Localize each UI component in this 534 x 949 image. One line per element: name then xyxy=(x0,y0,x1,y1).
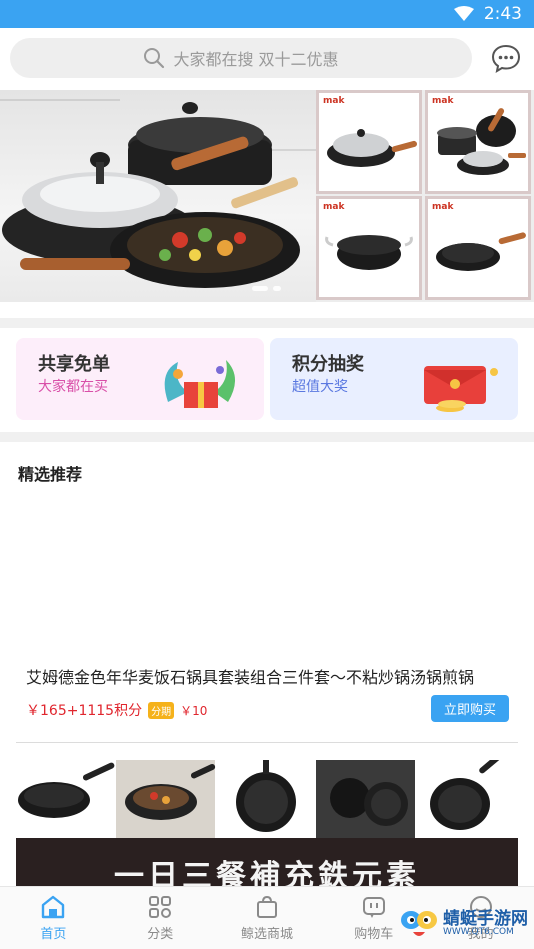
home-icon xyxy=(42,895,65,918)
product-title[interactable]: 艾姆德金色年华麦饭石锅具套装组合三件套～不粘炒锅汤锅煎锅 xyxy=(26,664,474,688)
watermark-url: WWW.QT6.COM xyxy=(443,927,514,938)
product-price: ￥165+1115积分 xyxy=(26,703,143,719)
status-time: 2:43 xyxy=(483,4,522,24)
promo-title: 共享免单 xyxy=(38,354,110,375)
carousel-indicator xyxy=(252,286,281,291)
watermark-name: 蜻蜓手游网 xyxy=(443,908,528,929)
tab-label: 鲸选商城 xyxy=(240,926,293,942)
dragonfly-logo-icon xyxy=(401,911,437,936)
wifi-icon xyxy=(453,6,474,21)
message-button[interactable] xyxy=(490,42,522,74)
product-thumb xyxy=(116,760,216,838)
banner-thumb-wok-lid: mak xyxy=(316,90,422,194)
section-divider xyxy=(0,318,534,328)
product-thumb xyxy=(316,760,416,838)
tab-label: 首页 xyxy=(40,926,67,942)
status-bar: 2:43 xyxy=(0,0,534,28)
section-title: 精选推荐 xyxy=(18,465,83,484)
tab-home[interactable]: 首页 xyxy=(0,887,107,949)
promo-card-free-order[interactable]: 共享免单 大家都在买 xyxy=(16,338,264,420)
header: 大家都在搜 双十二优惠 xyxy=(0,28,534,90)
search-bar[interactable]: 大家都在搜 双十二优惠 xyxy=(10,38,472,78)
installment-badge: 分期 xyxy=(148,701,175,719)
promo-subtitle: 大家都在买 xyxy=(38,379,108,395)
banner-thumb-set: mak xyxy=(425,90,531,194)
search-placeholder: 大家都在搜 双十二优惠 xyxy=(173,50,339,69)
tab-label: 分类 xyxy=(147,926,174,942)
banner-main-image xyxy=(0,90,316,302)
chat-bubble-icon xyxy=(491,44,521,74)
tab-label: 购物车 xyxy=(354,926,394,942)
product-thumb xyxy=(16,760,116,838)
watermark: 蜻蜓手游网 WWW.QT6.COM xyxy=(399,906,528,942)
promo-subtitle: 超值大奖 xyxy=(292,379,348,395)
promo-title: 积分抽奖 xyxy=(292,354,364,375)
buy-now-button[interactable]: 立即购买 xyxy=(431,695,509,722)
banner-carousel[interactable]: mak mak mak mak xyxy=(0,90,534,302)
price-row: ￥165+1115积分 分期 ￥10 xyxy=(26,700,207,720)
gift-illustration-icon xyxy=(164,360,236,408)
installment-price: ￥10 xyxy=(180,703,208,718)
search-icon xyxy=(144,48,165,69)
tab-mall[interactable]: 鲸选商城 xyxy=(214,887,321,949)
shopping-bag-icon xyxy=(256,895,277,918)
product-image-strip[interactable] xyxy=(16,749,518,838)
divider-line xyxy=(16,742,518,743)
tab-category[interactable]: 分类 xyxy=(107,887,214,949)
section-divider xyxy=(0,432,534,442)
category-icon xyxy=(149,895,172,918)
carousel-dot xyxy=(252,286,268,291)
product-thumb xyxy=(416,749,516,838)
promo-card-lottery[interactable]: 积分抽奖 超值大奖 xyxy=(270,338,518,420)
carousel-dot xyxy=(273,286,281,291)
banner-thumb-frying-pan: mak xyxy=(425,196,531,300)
red-envelope-icon xyxy=(424,366,498,412)
product-thumb xyxy=(216,760,316,838)
cart-icon xyxy=(362,896,385,918)
banner-thumb-double-handle: mak xyxy=(316,196,422,300)
